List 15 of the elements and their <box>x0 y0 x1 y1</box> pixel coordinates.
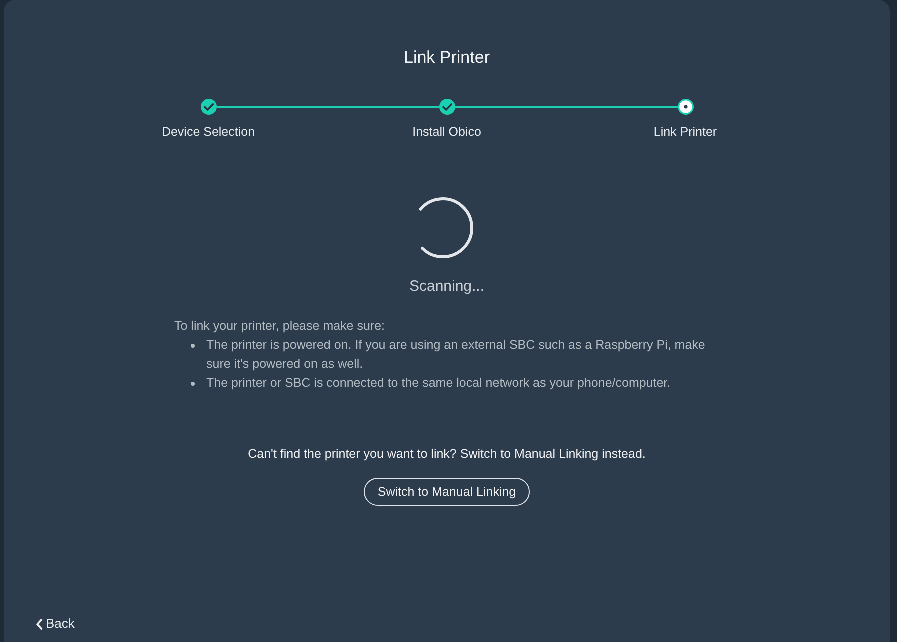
instruction-item: The printer is powered on. If you are using an external SBC such as a Raspberry Pi, make sure it's powered on as well. <box>206 337 706 373</box>
bullet-icon <box>190 382 194 386</box>
status-text: Scanning... <box>409 277 485 297</box>
step-label: Device Selection <box>160 124 256 140</box>
manual-linking-button[interactable]: Switch to Manual Linking <box>364 478 530 506</box>
manual-link-prompt: Can't find the printer you want to link? Switch to Manual Linking instead. <box>248 446 646 463</box>
chevron-left-icon <box>36 618 43 630</box>
back-button[interactable]: Back <box>36 616 75 632</box>
dialog-title: Link Printer <box>404 47 490 68</box>
instruction-item: The printer or SBC is connected to the same local network as your phone/computer. <box>206 375 672 392</box>
bullet-icon <box>190 344 194 348</box>
spinner-icon <box>419 197 475 259</box>
instructions-intro: To link your printer, please make sure: <box>174 318 386 335</box>
step-label: Install Obico <box>412 124 482 140</box>
step-label: Link Printer <box>652 124 718 140</box>
